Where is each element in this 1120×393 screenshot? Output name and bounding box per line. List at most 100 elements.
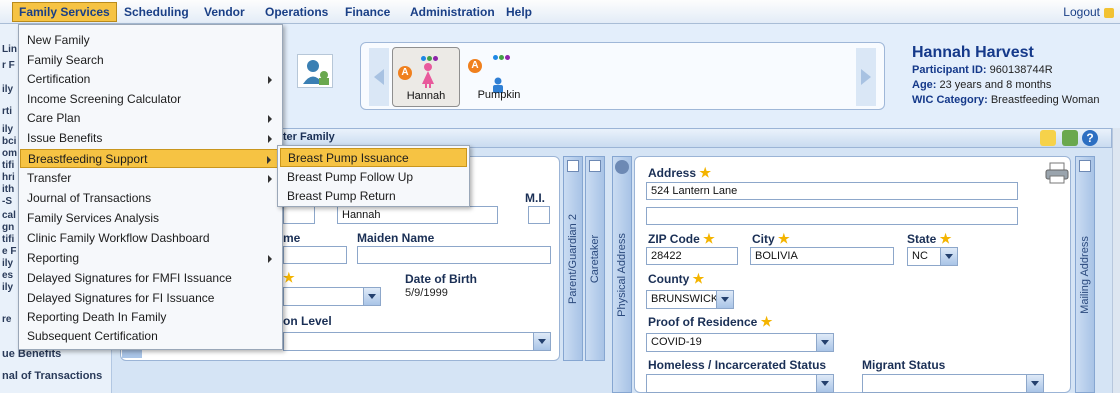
tab-physical-address[interactable]: Physical Address bbox=[612, 156, 632, 393]
middle-initial-field[interactable] bbox=[528, 206, 550, 224]
participant-age-label: Age: bbox=[912, 79, 937, 91]
collapse-icon[interactable] bbox=[615, 160, 629, 174]
menu-item-delayed-fmfi[interactable]: Delayed Signatures for FMFI Issuance bbox=[20, 269, 281, 288]
nav-fragment[interactable]: hri bbox=[2, 172, 15, 183]
nav-fragment[interactable]: r F bbox=[2, 60, 15, 71]
nav-fragment[interactable]: bci bbox=[2, 136, 16, 147]
county-select[interactable]: BRUNSWICK bbox=[646, 290, 734, 309]
participant-id-label: Participant ID: bbox=[912, 64, 987, 76]
tab-label: Parent/Guardian 2 bbox=[567, 213, 579, 304]
main-menubar: Family Services Scheduling Vendor Operat… bbox=[0, 0, 1120, 24]
state-label: State ★ bbox=[907, 231, 952, 246]
save-icon[interactable] bbox=[1062, 130, 1078, 146]
state-select[interactable]: NC bbox=[907, 247, 958, 266]
menu-item-breastfeeding-support[interactable]: Breastfeeding Support bbox=[20, 149, 281, 168]
menu-item-new-family[interactable]: New Family bbox=[20, 31, 281, 50]
menu-help[interactable]: Help bbox=[500, 0, 538, 24]
gender-select[interactable] bbox=[283, 287, 381, 306]
nav-fragment[interactable]: e F bbox=[2, 246, 16, 257]
education-level-select[interactable] bbox=[283, 332, 551, 351]
menu-item-family-services-analysis[interactable]: Family Services Analysis bbox=[20, 209, 281, 228]
address-line1-field[interactable]: 524 Lantern Lane bbox=[646, 182, 1018, 200]
tab-parent-guardian-2[interactable]: Parent/Guardian 2 bbox=[563, 156, 583, 361]
nav-fragment[interactable]: ily bbox=[2, 124, 13, 135]
submenu-breast-pump-return[interactable]: Breast Pump Return bbox=[280, 187, 467, 206]
menu-item-subsequent-certification[interactable]: Subsequent Certification bbox=[20, 327, 281, 346]
menu-item-family-search[interactable]: Family Search bbox=[20, 51, 281, 70]
menu-vendor[interactable]: Vendor bbox=[198, 0, 251, 24]
menu-administration[interactable]: Administration bbox=[404, 0, 501, 24]
wic-category-value: Breastfeeding Woman bbox=[990, 94, 1100, 106]
family-member-strip: A Hannah A Pumpkin bbox=[360, 42, 885, 110]
last-name-field[interactable] bbox=[283, 206, 315, 224]
maiden-name-field[interactable] bbox=[357, 246, 551, 264]
nav-fragment[interactable]: tifi bbox=[2, 160, 14, 171]
menu-item-delayed-fi[interactable]: Delayed Signatures for FI Issuance bbox=[20, 289, 281, 308]
prev-member-button[interactable] bbox=[369, 48, 389, 106]
tab-mailing-address[interactable]: Mailing Address bbox=[1075, 156, 1095, 393]
city-field[interactable]: BOLIVIA bbox=[750, 247, 894, 265]
tab-checkbox[interactable] bbox=[1079, 160, 1091, 172]
nav-fragment[interactable]: gn bbox=[2, 222, 14, 233]
note-icon[interactable] bbox=[1040, 130, 1056, 146]
menu-item-clinic-dashboard[interactable]: Clinic Family Workflow Dashboard bbox=[20, 229, 281, 248]
menu-item-issue-benefits[interactable]: Issue Benefits bbox=[20, 129, 281, 148]
nav-fragment[interactable]: es bbox=[2, 270, 13, 281]
menu-item-reporting[interactable]: Reporting bbox=[20, 249, 281, 268]
printer-icon[interactable] bbox=[1044, 162, 1070, 184]
tab-checkbox[interactable] bbox=[589, 160, 601, 172]
household-icon[interactable] bbox=[297, 54, 333, 88]
chevron-down-icon bbox=[816, 334, 833, 351]
member-card-hannah[interactable]: A Hannah bbox=[392, 47, 460, 107]
next-member-button[interactable] bbox=[856, 48, 876, 106]
zip-field[interactable]: 28422 bbox=[646, 247, 738, 265]
menu-item-journal-of-transactions[interactable]: Journal of Transactions bbox=[20, 189, 281, 208]
city-label: City ★ bbox=[752, 231, 790, 246]
tab-caretaker[interactable]: Caretaker bbox=[585, 156, 605, 361]
help-icon[interactable]: ? bbox=[1082, 130, 1098, 146]
migrant-status-select[interactable] bbox=[862, 374, 1044, 393]
lock-icon bbox=[1104, 7, 1114, 18]
nav-fragment[interactable]: ily bbox=[2, 258, 13, 269]
member-name: Pumpkin bbox=[477, 89, 521, 101]
sidebar-item-journal[interactable]: nal of Transactions bbox=[2, 370, 102, 382]
menu-operations[interactable]: Operations bbox=[259, 0, 334, 24]
zip-label: ZIP Code ★ bbox=[648, 231, 715, 246]
vertical-scrollbar[interactable] bbox=[1112, 128, 1120, 393]
nav-fragment[interactable]: cal bbox=[2, 210, 16, 221]
submenu-breast-pump-issuance[interactable]: Breast Pump Issuance bbox=[280, 148, 467, 167]
proof-of-residence-select[interactable]: COVID-19 bbox=[646, 333, 834, 352]
female-person-icon bbox=[422, 63, 434, 88]
menu-item-care-plan[interactable]: Care Plan bbox=[20, 109, 281, 128]
menu-scheduling[interactable]: Scheduling bbox=[118, 0, 195, 24]
menu-family-services[interactable]: Family Services bbox=[12, 2, 117, 22]
logout-label: Logout bbox=[1063, 5, 1100, 19]
menu-finance[interactable]: Finance bbox=[339, 0, 396, 24]
address-line2-field[interactable] bbox=[646, 207, 1018, 225]
submenu-breast-pump-follow-up[interactable]: Breast Pump Follow Up bbox=[280, 168, 467, 187]
proof-value: COVID-19 bbox=[651, 336, 702, 348]
nav-fragment[interactable]: ily bbox=[2, 84, 13, 95]
homeless-status-label: Homeless / Incarcerated Status bbox=[648, 358, 827, 372]
last-name-2-field[interactable] bbox=[283, 246, 347, 264]
nav-fragment[interactable]: tifi bbox=[2, 234, 14, 245]
nav-fragment[interactable]: ily bbox=[2, 282, 13, 293]
menu-item-reporting-death[interactable]: Reporting Death In Family bbox=[20, 308, 281, 327]
nav-fragment[interactable]: om bbox=[2, 148, 17, 159]
participant-id-value: 960138744R bbox=[989, 64, 1053, 76]
nav-fragment[interactable]: -S bbox=[2, 196, 12, 207]
menu-item-income-screening[interactable]: Income Screening Calculator bbox=[20, 90, 281, 109]
logout-link[interactable]: Logout bbox=[1063, 0, 1114, 24]
menu-item-transfer[interactable]: Transfer bbox=[20, 169, 281, 188]
dob-value: 5/9/1999 bbox=[405, 287, 448, 299]
state-value: NC bbox=[912, 250, 928, 262]
nav-fragment[interactable]: ith bbox=[2, 184, 14, 195]
menu-item-certification[interactable]: Certification bbox=[20, 70, 281, 89]
homeless-status-select[interactable] bbox=[646, 374, 834, 393]
nav-fragment[interactable]: re bbox=[2, 314, 11, 325]
nav-fragment[interactable]: rti bbox=[2, 106, 12, 117]
nav-fragment[interactable]: Lin bbox=[2, 44, 17, 55]
member-card-pumpkin[interactable]: A Pumpkin bbox=[465, 47, 533, 107]
first-name-field[interactable]: Hannah bbox=[337, 206, 498, 224]
tab-checkbox[interactable] bbox=[567, 160, 579, 172]
